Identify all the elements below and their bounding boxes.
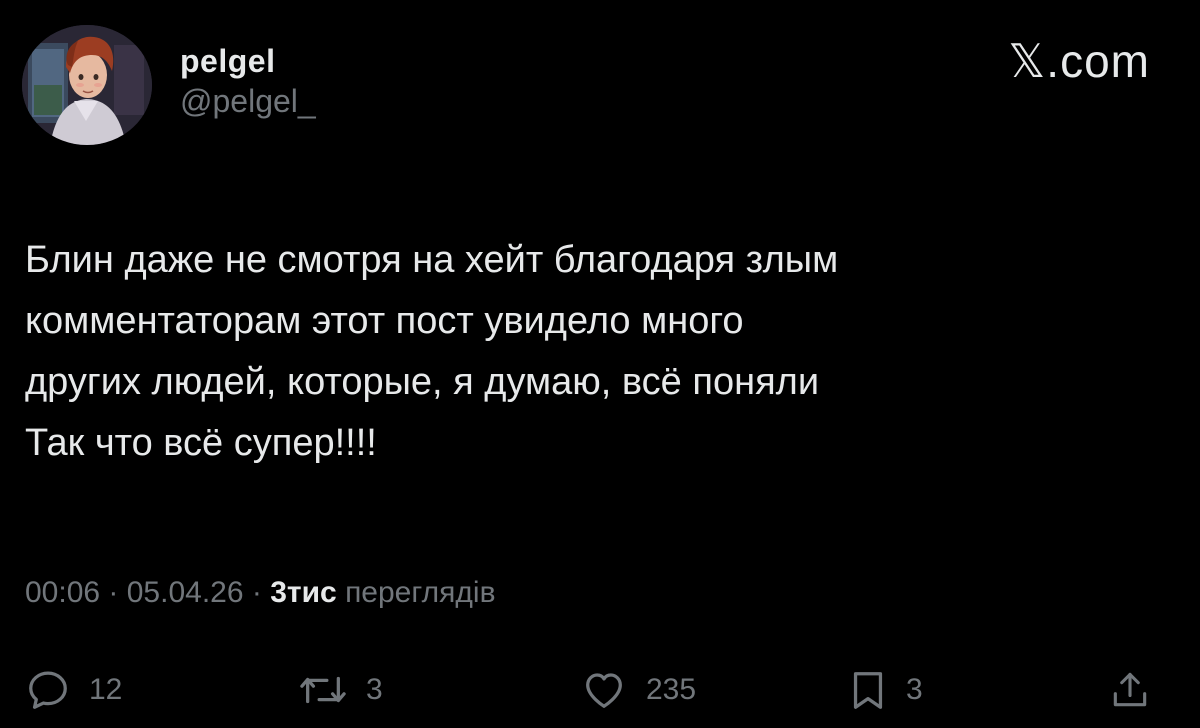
author-names: pelgel @pelgel_: [180, 43, 316, 121]
reply-count: 12: [89, 673, 123, 706]
repost-button[interactable]: 3: [298, 662, 383, 718]
share-upload-icon: [1113, 672, 1147, 707]
meta-separator: ·: [243, 576, 271, 609]
tweet-actions-bar: 12 3 235 3: [0, 662, 1200, 718]
like-count: 235: [646, 673, 697, 706]
meta-separator: ·: [100, 576, 127, 609]
heart-icon: [586, 673, 622, 708]
tweet-text-line: Блин даже не смотря на хейт благодаря зл…: [25, 239, 839, 281]
avatar[interactable]: [22, 25, 152, 145]
tweet-metadata: 00:06 · 05.04.26 · 3тис переглядів: [25, 573, 496, 613]
author-handle[interactable]: @pelgel_: [180, 81, 316, 121]
like-button[interactable]: 235: [580, 662, 696, 718]
tweet-text-line: комментаторам этот пост увидело много: [25, 300, 744, 342]
repost-arrows-icon: [300, 676, 346, 704]
tweet-time[interactable]: 00:06: [25, 576, 100, 609]
bookmark-count: 3: [906, 673, 923, 706]
tweet-text: Блин даже не смотря на хейт благодаря зл…: [25, 230, 1145, 474]
reply-button[interactable]: 12: [25, 662, 122, 718]
views-label: переглядів: [345, 576, 496, 609]
repost-count: 3: [366, 673, 383, 706]
share-button[interactable]: [1108, 662, 1152, 718]
bookmark-button[interactable]: 3: [848, 662, 923, 718]
avatar-illustration: [22, 25, 152, 145]
bookmark-icon: [853, 672, 883, 709]
author-display-name[interactable]: pelgel: [180, 43, 316, 79]
views-count[interactable]: 3тис: [270, 576, 337, 609]
tweet-text-line: других людей, которые, я думаю, всё поня…: [25, 361, 820, 403]
tweet-text-line: Так что всё супер!!!!: [25, 422, 377, 464]
x-brand-logo: 𝕏.com: [1008, 35, 1150, 87]
tweet-header: pelgel @pelgel_ 𝕏.com: [22, 25, 1150, 145]
tweet-date[interactable]: 05.04.26: [127, 576, 244, 609]
speech-bubble-icon: [29, 671, 67, 709]
